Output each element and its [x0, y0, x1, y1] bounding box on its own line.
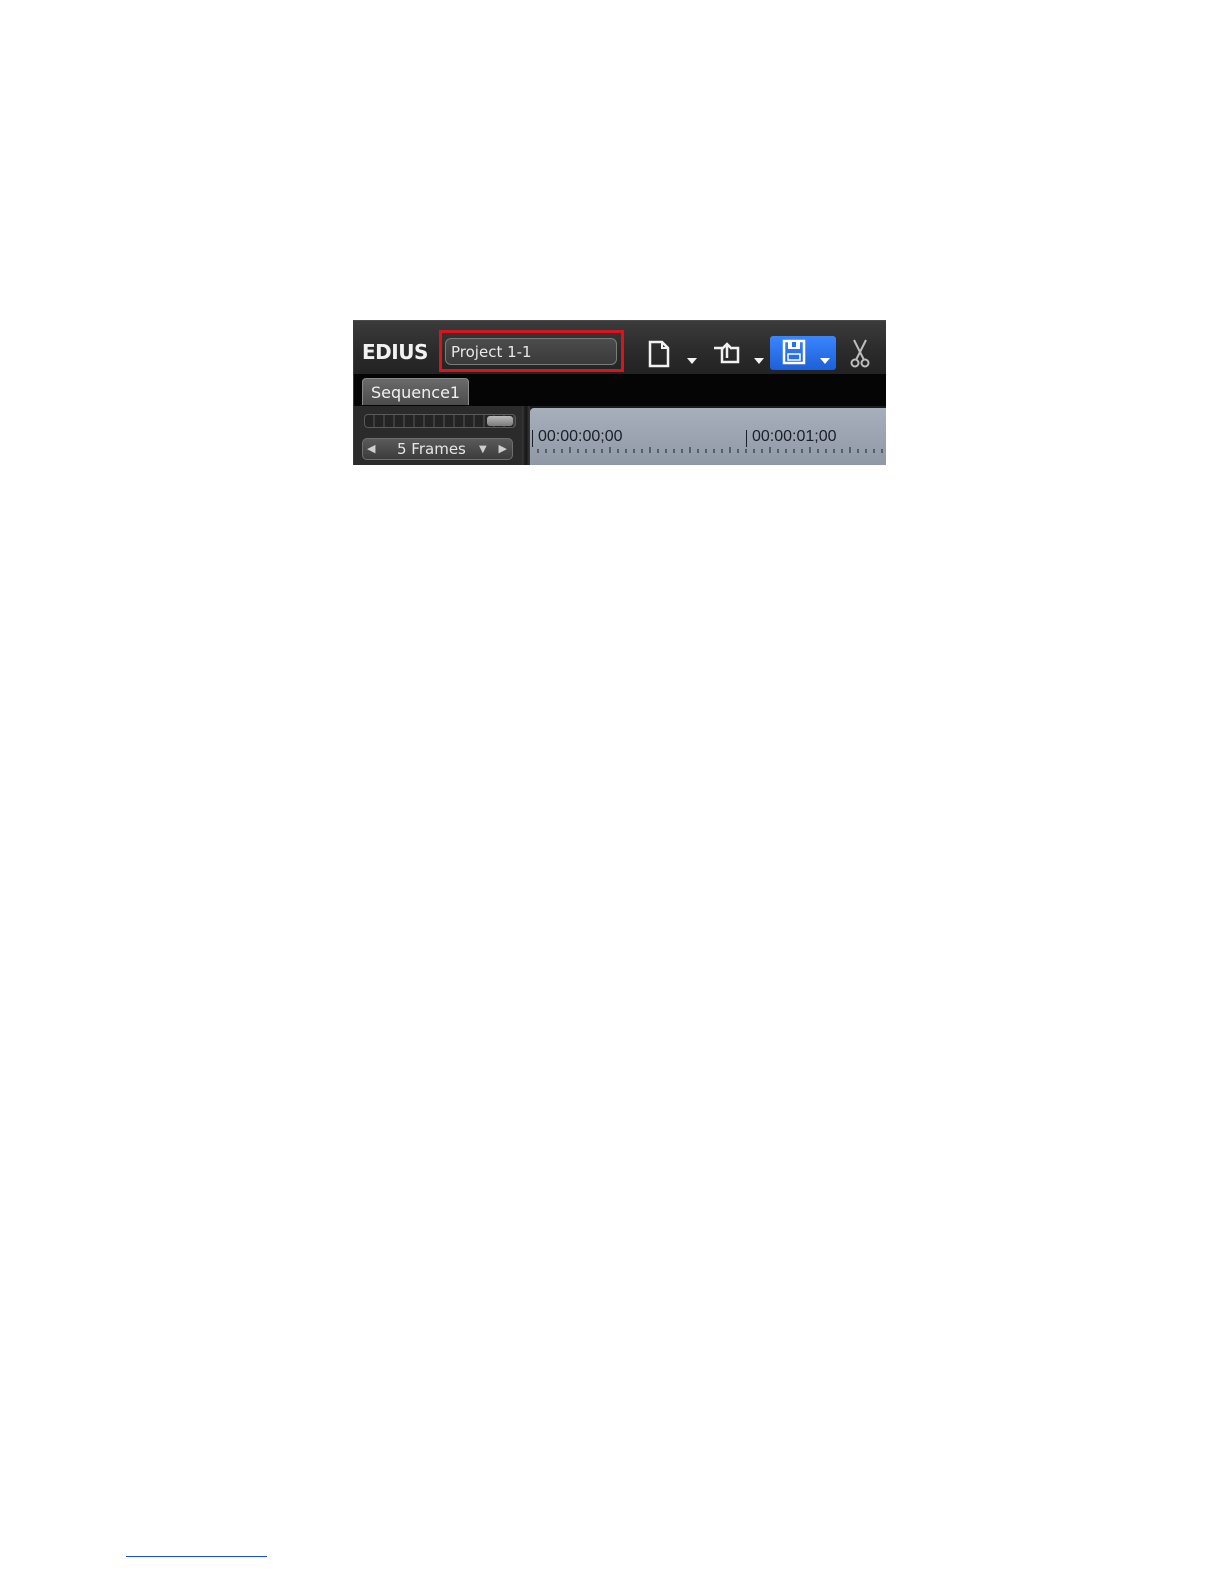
- tab-sequence1[interactable]: Sequence1: [362, 378, 470, 405]
- sequence-tab-strip: Sequence1: [354, 374, 886, 406]
- floppy-disk-icon: [782, 339, 830, 365]
- ruler-major-tick: [532, 430, 533, 447]
- zoom-slider-thumb[interactable]: [487, 416, 513, 426]
- edius-logo: EDIUS: [362, 340, 428, 364]
- ruler-major-tick: [746, 430, 747, 447]
- cut-button[interactable]: [846, 336, 874, 370]
- dropdown-arrow-icon: [754, 358, 764, 364]
- save-project-button[interactable]: [770, 336, 836, 370]
- scale-left-arrow-icon[interactable]: ◀: [367, 442, 375, 455]
- timescale-label: 5 Frames: [397, 440, 466, 458]
- timeline-zoom-slider[interactable]: [364, 414, 516, 428]
- chevron-down-icon[interactable]: ▼: [479, 444, 487, 455]
- open-folder-icon: [714, 342, 740, 364]
- time-ruler[interactable]: 00:00:00;00 00:00:01;00: [530, 408, 886, 465]
- title-toolbar: EDIUS: [354, 321, 886, 374]
- ruler-timecode: 00:00:00;00: [538, 428, 623, 445]
- new-project-menu-button[interactable]: [685, 336, 699, 370]
- scissors-icon: [850, 339, 870, 368]
- timescale-select[interactable]: ◀ 5 Frames ▼ ▶: [362, 438, 513, 460]
- scale-right-arrow-icon[interactable]: ▶: [499, 442, 507, 455]
- open-project-menu-button[interactable]: [752, 336, 766, 370]
- open-project-button[interactable]: [711, 336, 743, 370]
- edius-window: EDIUS Project 1-1 Sequence1 ◀ 5 Frames ▼…: [353, 320, 886, 465]
- new-project-button[interactable]: [646, 336, 676, 370]
- ruler-minor-ticks: [537, 447, 883, 453]
- annotation-highlight-box: [439, 330, 624, 372]
- timeline-control-panel: ◀ 5 Frames ▼ ▶: [354, 406, 524, 465]
- ruler-timecode: 00:00:01;00: [752, 428, 837, 445]
- dropdown-arrow-icon: [687, 358, 697, 364]
- panel-divider[interactable]: [522, 406, 530, 465]
- footnote-link-underline[interactable]: [126, 1556, 267, 1557]
- new-document-icon: [648, 340, 670, 368]
